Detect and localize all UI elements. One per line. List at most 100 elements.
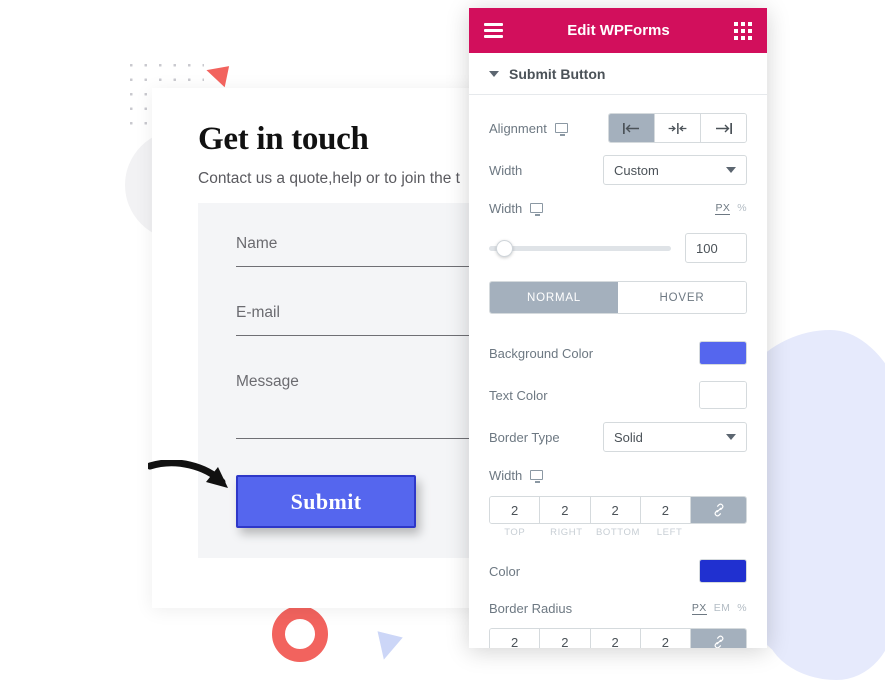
width-unit-switcher: PX % xyxy=(715,202,747,215)
border-radius-top-cell: 2 xyxy=(490,629,541,648)
border-width-top-input[interactable]: 2 xyxy=(490,497,540,523)
desktop-icon[interactable] xyxy=(530,203,544,216)
control-row-width-select: Width Custom xyxy=(489,149,747,191)
border-radius-bottom-cell: 2 xyxy=(590,629,641,648)
control-label: Alignment xyxy=(489,121,568,136)
control-row-background-color: Background Color xyxy=(489,332,747,374)
unit-px[interactable]: PX xyxy=(691,602,707,615)
border-width-left-input[interactable]: 2 xyxy=(640,497,690,523)
width-slider-handle[interactable] xyxy=(496,239,514,257)
control-label: Width xyxy=(489,201,544,216)
control-label: Border Radius xyxy=(489,601,572,616)
text-color-swatch[interactable] xyxy=(699,381,747,409)
border-radius-top-input[interactable]: 2 xyxy=(490,629,540,648)
border-width-label: Width xyxy=(489,467,523,483)
text-color-chip xyxy=(700,382,746,408)
caret-down-icon xyxy=(489,70,499,77)
link-icon[interactable] xyxy=(691,497,746,523)
decor-triangle-blue-icon xyxy=(371,631,403,663)
control-row-border-width: Width xyxy=(489,458,747,492)
border-type-value: Solid xyxy=(614,429,643,445)
label-spacer xyxy=(695,527,747,538)
alignment-label: Alignment xyxy=(489,120,547,136)
control-label: Background Color xyxy=(489,346,593,361)
border-width-labels: TOP RIGHT BOTTOM LEFT xyxy=(489,527,747,538)
border-color-swatch[interactable] xyxy=(699,559,747,583)
border-radius-right-input[interactable]: 2 xyxy=(540,629,590,648)
control-label: Color xyxy=(489,564,520,579)
desktop-icon[interactable] xyxy=(530,470,544,483)
control-row-text-color: Text Color xyxy=(489,374,747,416)
chevron-down-icon xyxy=(726,434,736,440)
border-color-label: Color xyxy=(489,563,521,579)
label-right: RIGHT xyxy=(550,527,583,538)
label-bottom: BOTTOM xyxy=(595,527,641,538)
decor-triangle-red-icon xyxy=(206,66,233,90)
submit-button[interactable]: Submit xyxy=(236,475,416,528)
link-icon[interactable] xyxy=(691,629,746,648)
border-width-inputs: 2 2 2 2 xyxy=(489,496,747,524)
control-label: Width xyxy=(489,163,522,178)
decor-speck xyxy=(872,520,879,527)
text-color-label: Text Color xyxy=(489,387,548,403)
border-radius-left-input[interactable]: 2 xyxy=(640,629,690,648)
hamburger-icon[interactable] xyxy=(484,20,503,41)
control-row-width-slider: Width PX % xyxy=(489,191,747,225)
label-top: TOP xyxy=(504,527,526,538)
panel-title: Edit WPForms xyxy=(567,22,670,39)
border-radius-right-cell: 2 xyxy=(540,629,591,648)
align-center-icon[interactable] xyxy=(655,114,701,142)
background-color-chip xyxy=(700,342,746,364)
unit-em[interactable]: EM xyxy=(714,602,731,614)
border-width-right-input[interactable]: 2 xyxy=(540,497,590,523)
control-group-border-radius: Border Radius PX EM % 2 2 2 2 xyxy=(489,592,747,648)
elementor-edit-panel: Edit WPForms Submit Button Alignment Wid… xyxy=(469,8,767,648)
width-slider-row: 100 xyxy=(489,225,747,275)
tab-hover[interactable]: HOVER xyxy=(618,282,746,313)
panel-header: Edit WPForms xyxy=(469,8,767,53)
border-color-chip xyxy=(700,560,746,582)
control-label: Text Color xyxy=(489,388,548,403)
border-type-label: Border Type xyxy=(489,429,560,445)
width-select-dropdown[interactable]: Custom xyxy=(603,155,747,185)
panel-body: Alignment Width Custom Width PX % 100 NO… xyxy=(469,95,767,648)
background-color-label: Background Color xyxy=(489,345,594,361)
decor-ring xyxy=(272,606,328,662)
alignment-button-group xyxy=(608,113,747,143)
border-width-bottom-input[interactable]: 2 xyxy=(590,497,640,523)
control-row-border-color: Color xyxy=(489,550,747,592)
unit-percent[interactable]: % xyxy=(737,202,747,214)
label-left: LEFT xyxy=(656,527,683,538)
background-color-swatch[interactable] xyxy=(699,341,747,365)
control-label: Width xyxy=(489,467,544,483)
decor-speck xyxy=(846,650,851,655)
control-row-alignment: Alignment xyxy=(489,107,747,149)
state-tabs: NORMAL HOVER xyxy=(489,281,747,314)
section-title: Submit Button xyxy=(509,65,606,82)
decor-arrow-icon xyxy=(148,460,228,488)
decor-speck xyxy=(809,668,815,672)
control-label: Border Type xyxy=(489,430,560,445)
tab-normal[interactable]: NORMAL xyxy=(490,282,618,313)
section-header-submit-button[interactable]: Submit Button xyxy=(469,53,767,95)
border-radius-bottom-input[interactable]: 2 xyxy=(590,629,640,648)
align-right-icon[interactable] xyxy=(701,114,746,142)
border-width-left-cell: 2 xyxy=(640,497,691,523)
border-width-bottom-cell: 2 xyxy=(590,497,641,523)
width-slider-track[interactable] xyxy=(489,239,671,257)
control-row-border-radius: Border Radius PX EM % xyxy=(489,592,747,624)
unit-percent[interactable]: % xyxy=(737,602,747,614)
border-radius-label: Border Radius xyxy=(489,600,573,616)
screenshot-root: Get in touch Contact us a quote,help or … xyxy=(0,0,885,688)
unit-px[interactable]: PX xyxy=(715,202,731,215)
width-value-input[interactable]: 100 xyxy=(685,233,747,263)
desktop-icon[interactable] xyxy=(554,123,568,136)
border-width-right-cell: 2 xyxy=(540,497,591,523)
border-radius-inputs: 2 2 2 2 xyxy=(489,628,747,648)
submit-button-wrapper: Submit xyxy=(236,475,416,528)
border-radius-left-cell: 2 xyxy=(640,629,691,648)
grid-icon[interactable] xyxy=(734,21,752,40)
align-left-icon[interactable] xyxy=(609,114,655,142)
border-type-dropdown[interactable]: Solid xyxy=(603,422,747,452)
chevron-down-icon xyxy=(726,167,736,173)
